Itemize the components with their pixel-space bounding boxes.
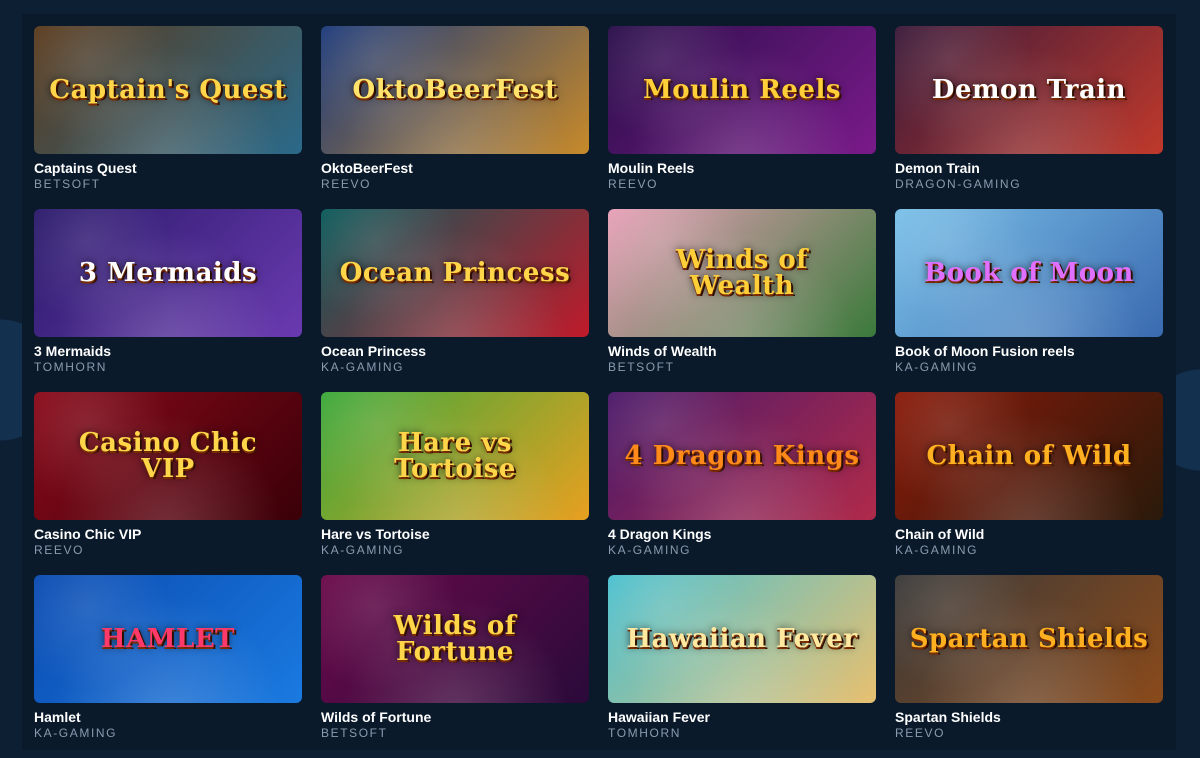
game-card[interactable]: Captain's Quest Captains Quest BETSOFT [34,26,302,209]
game-card[interactable]: 4 Dragon Kings 4 Dragon Kings KA-GAMING [608,392,876,575]
game-card[interactable]: HAMLET Hamlet KA-GAMING [34,575,302,758]
game-thumbnail[interactable]: Book of Moon [895,209,1163,337]
game-card[interactable]: Spartan Shields Spartan Shields REEVO [895,575,1163,758]
game-provider: DRAGON-GAMING [895,177,1022,191]
game-title[interactable]: Demon Train [895,160,1163,177]
game-logo: Winds of Wealth [676,245,808,301]
game-provider: BETSOFT [321,726,388,740]
game-title[interactable]: OktoBeerFest [321,160,589,177]
game-logo: Hawaiian Fever [626,624,858,654]
game-thumbnail[interactable]: 4 Dragon Kings [608,392,876,520]
game-provider: TOMHORN [608,726,681,740]
game-provider: KA-GAMING [321,360,405,374]
game-title[interactable]: Chain of Wild [895,526,1163,543]
game-thumbnail[interactable]: Demon Train [895,26,1163,154]
game-title[interactable]: Spartan Shields [895,709,1163,726]
game-thumbnail[interactable]: OktoBeerFest [321,26,589,154]
game-grid: Captain's Quest Captains Quest BETSOFT Okt… [34,26,1163,758]
game-provider: KA-GAMING [608,543,692,557]
game-logo: Moulin Reels [643,75,841,105]
game-thumbnail[interactable]: Ocean Princess [321,209,589,337]
game-card[interactable]: Chain of Wild Chain of Wild KA-GAMING [895,392,1163,575]
game-logo: Ocean Princess [339,258,571,288]
game-provider: TOMHORN [34,360,107,374]
game-logo: Book of Moon [924,258,1134,288]
game-logo: Captain's Quest [49,75,287,105]
game-provider: BETSOFT [34,177,101,191]
game-provider: KA-GAMING [321,543,405,557]
game-card[interactable]: Moulin Reels Moulin Reels REEVO [608,26,876,209]
game-title[interactable]: Wilds of Fortune [321,709,589,726]
game-logo: 4 Dragon Kings [624,441,860,471]
game-provider: REEVO [34,543,85,557]
game-logo: Casino Chic VIP [78,428,258,484]
game-provider: KA-GAMING [895,360,979,374]
game-logo: 3 Mermaids [78,258,258,288]
game-card[interactable]: Demon Train Demon Train DRAGON-GAMING [895,26,1163,209]
game-thumbnail[interactable]: Hawaiian Fever [608,575,876,703]
game-title[interactable]: Hawaiian Fever [608,709,876,726]
game-thumbnail[interactable]: Winds of Wealth [608,209,876,337]
game-card[interactable]: Hawaiian Fever Hawaiian Fever TOMHORN [608,575,876,758]
game-logo: Chain of Wild [926,441,1132,471]
game-provider: KA-GAMING [34,726,118,740]
game-card[interactable]: Winds of Wealth Winds of Wealth BETSOFT [608,209,876,392]
game-thumbnail[interactable]: Casino Chic VIP [34,392,302,520]
game-logo: HAMLET [101,624,235,654]
game-title[interactable]: Ocean Princess [321,343,589,360]
game-logo: Demon Train [931,75,1127,105]
game-thumbnail[interactable]: HAMLET [34,575,302,703]
game-title[interactable]: Winds of Wealth [608,343,876,360]
game-logo: Wilds of Fortune [393,611,517,667]
game-title[interactable]: Hamlet [34,709,302,726]
game-logo: OktoBeerFest [352,75,558,105]
game-provider: REEVO [895,726,946,740]
game-title[interactable]: Book of Moon Fusion reels [895,343,1163,360]
game-card[interactable]: OktoBeerFest OktoBeerFest REEVO [321,26,589,209]
game-provider: REEVO [321,177,372,191]
game-title[interactable]: 3 Mermaids [34,343,302,360]
game-thumbnail[interactable]: Chain of Wild [895,392,1163,520]
game-card[interactable]: Hare vs Tortoise Hare vs Tortoise KA-GAMIN… [321,392,589,575]
game-title[interactable]: 4 Dragon Kings [608,526,876,543]
game-thumbnail[interactable]: Wilds of Fortune [321,575,589,703]
game-title[interactable]: Moulin Reels [608,160,876,177]
game-thumbnail[interactable]: 3 Mermaids [34,209,302,337]
game-title[interactable]: Casino Chic VIP [34,526,302,543]
game-card[interactable]: Ocean Princess Ocean Princess KA-GAMING [321,209,589,392]
game-provider: KA-GAMING [895,543,979,557]
game-card[interactable]: Book of Moon Book of Moon Fusion reels KA-… [895,209,1163,392]
game-logo: Spartan Shields [909,624,1149,654]
game-card[interactable]: 3 Mermaids 3 Mermaids TOMHORN [34,209,302,392]
game-provider: BETSOFT [608,360,675,374]
game-title[interactable]: Captains Quest [34,160,302,177]
game-thumbnail[interactable]: Moulin Reels [608,26,876,154]
game-title[interactable]: Hare vs Tortoise [321,526,589,543]
game-thumbnail[interactable]: Hare vs Tortoise [321,392,589,520]
game-thumbnail[interactable]: Captain's Quest [34,26,302,154]
game-thumbnail[interactable]: Spartan Shields [895,575,1163,703]
game-card[interactable]: Wilds of Fortune Wilds of Fortune BETSOFT [321,575,589,758]
game-provider: REEVO [608,177,659,191]
game-logo: Hare vs Tortoise [394,428,516,484]
game-card[interactable]: Casino Chic VIP Casino Chic VIP REEVO [34,392,302,575]
